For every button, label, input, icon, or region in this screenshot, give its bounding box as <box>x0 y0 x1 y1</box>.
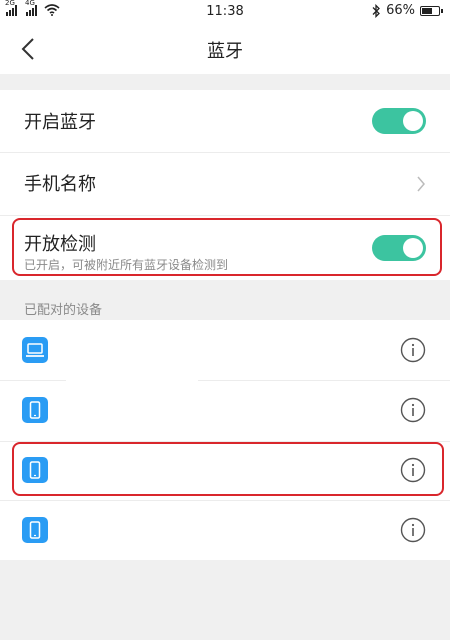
device-info-button[interactable] <box>400 517 426 543</box>
redacted-device-name <box>62 524 110 546</box>
battery-percent: 66% <box>386 3 415 18</box>
info-icon <box>400 517 426 543</box>
device-info-button[interactable] <box>400 397 426 423</box>
highlight-box <box>12 442 444 496</box>
device-info-button[interactable] <box>400 337 426 363</box>
toggle-knob <box>403 111 423 131</box>
info-icon <box>400 397 426 423</box>
redacted-phone-name <box>376 170 416 190</box>
status-bar: 2G 4G 11:38 66% <box>0 0 450 24</box>
header: 蓝牙 <box>0 24 450 74</box>
chevron-right-icon <box>417 176 425 192</box>
bluetooth-label: 开启蓝牙 <box>24 112 96 133</box>
info-icon <box>400 337 426 363</box>
battery-icon <box>420 5 443 16</box>
battery-fill <box>422 7 432 14</box>
redacted-device-name <box>66 336 198 426</box>
status-bar-right: 66% <box>371 3 443 18</box>
bluetooth-toggle[interactable] <box>372 108 426 134</box>
page-title: 蓝牙 <box>207 41 243 62</box>
bluetooth-toggle-row[interactable]: 开启蓝牙 <box>0 90 450 152</box>
bluetooth-icon <box>372 3 381 18</box>
paired-devices-heading: 已配对的设备 <box>24 303 103 318</box>
phone-icon <box>22 397 48 423</box>
phone-name-label: 手机名称 <box>24 174 96 195</box>
highlight-box <box>12 218 442 276</box>
laptop-icon <box>22 337 48 363</box>
phone-icon <box>22 517 48 543</box>
